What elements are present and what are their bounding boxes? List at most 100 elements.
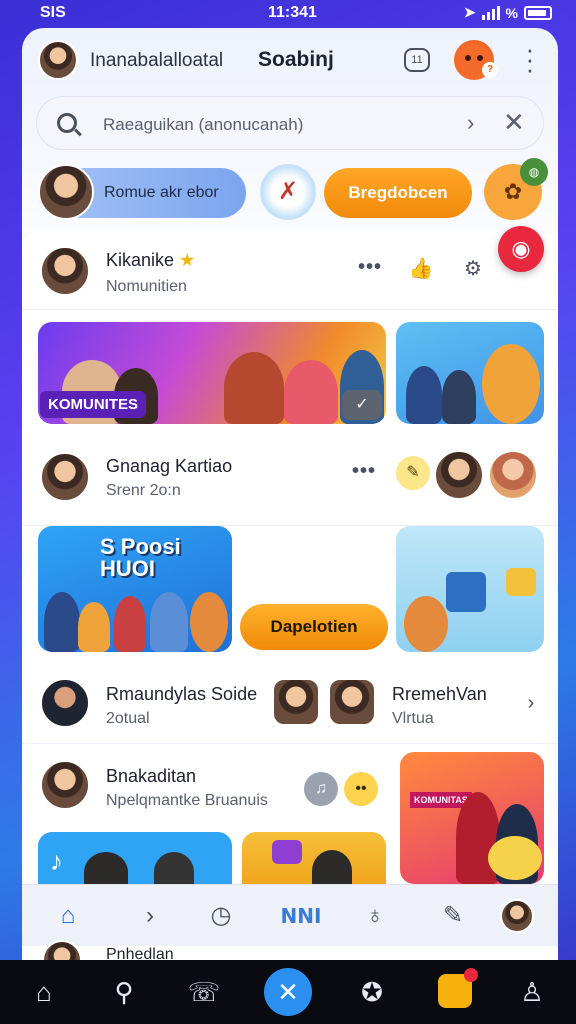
activity-tab-icon[interactable]: ✪ bbox=[352, 972, 392, 1012]
user-chip[interactable]: Romue akr ebor bbox=[38, 164, 246, 220]
nav-avatar[interactable] bbox=[500, 899, 534, 933]
chevron-right-icon[interactable]: › bbox=[132, 899, 168, 933]
create-tab-button[interactable]: ✕ bbox=[264, 968, 312, 1016]
page-title: Soabinj bbox=[258, 48, 334, 71]
search-input[interactable]: Raeaguikan (anonucanah) bbox=[103, 115, 303, 135]
star-icon: ★ bbox=[179, 250, 196, 270]
feed: Kikanike ★ Nomunitien ••• 👍 ⚙ •• KOMUNIT… bbox=[22, 232, 558, 892]
emoji-badge-icon: ? bbox=[482, 62, 498, 78]
edit-icon[interactable]: ✎ bbox=[436, 899, 470, 933]
friends-tile[interactable] bbox=[396, 322, 544, 424]
clock-icon[interactable]: ◷ bbox=[204, 899, 238, 933]
bear-icon bbox=[190, 592, 228, 652]
signal-icon bbox=[481, 5, 500, 20]
box-icon bbox=[272, 840, 302, 864]
tile-person bbox=[44, 592, 80, 652]
tile-person bbox=[442, 370, 476, 424]
friend-avatar[interactable] bbox=[434, 450, 484, 500]
post-avatar[interactable] bbox=[40, 678, 90, 728]
related-subtitle: Vlrtua bbox=[392, 710, 434, 727]
bear-icon bbox=[482, 344, 540, 424]
home-icon[interactable]: ⌂ bbox=[48, 899, 88, 933]
location-icon: ➤ bbox=[463, 4, 476, 20]
phone-tab-icon[interactable]: ☏ bbox=[184, 972, 224, 1012]
status-time: 11:341 bbox=[268, 4, 317, 21]
user-chip-label: Romue akr ebor bbox=[104, 184, 219, 201]
chat-icon[interactable]: 11 bbox=[404, 48, 430, 72]
chevron-right-icon[interactable]: › bbox=[467, 110, 474, 136]
pin-icon[interactable]: ♁ bbox=[358, 899, 392, 933]
battery-icon bbox=[524, 5, 552, 20]
profile-tab-icon[interactable]: ♙ bbox=[512, 972, 552, 1012]
feed-row[interactable]: Rmaundylas Soide 2otual RremehVan Vlrtua… bbox=[22, 664, 558, 744]
sparkle-chip-icon[interactable]: ✗ bbox=[260, 164, 316, 220]
home-tab-icon[interactable]: ⌂ bbox=[24, 972, 64, 1012]
nav-text-item[interactable]: NNI bbox=[278, 899, 324, 933]
post-avatar[interactable] bbox=[40, 452, 90, 502]
user-chip-avatar bbox=[38, 164, 94, 220]
check-icon[interactable]: ✓ bbox=[342, 390, 382, 420]
search-bar[interactable]: Raeaguikan (anonucanah) › ✕ bbox=[36, 96, 544, 150]
post-subtitle: Srenr 2o:n bbox=[106, 482, 181, 499]
music-note-icon: ♪ bbox=[50, 846, 63, 876]
chip-badge-icon: ◍ bbox=[520, 158, 548, 186]
feed-row[interactable]: Gnanag Kartiao Srenr 2o:n ••• ✎ bbox=[22, 432, 558, 526]
bell-chip-icon[interactable]: ✿ ◍ bbox=[484, 158, 548, 220]
settings-icon[interactable]: ⚙ bbox=[458, 254, 488, 284]
profile-name: Inanabalalloatal bbox=[90, 50, 224, 71]
post-subtitle: Nomunitien bbox=[106, 278, 187, 295]
cube-icon bbox=[506, 568, 536, 596]
more-dots-icon[interactable]: ••• bbox=[352, 460, 376, 483]
post-author: Rmaundylas Soide bbox=[106, 684, 258, 704]
toys-tile[interactable] bbox=[396, 526, 544, 652]
record-fab-button[interactable]: ◉ bbox=[498, 226, 544, 272]
orange-chip-button[interactable]: Bregdobcen bbox=[324, 168, 472, 218]
related-name: RremehVan bbox=[392, 684, 487, 704]
search-tab-icon[interactable]: ⚲ bbox=[104, 972, 144, 1012]
poster-tile[interactable]: S Poosi HUOI bbox=[38, 526, 232, 652]
friend-avatar[interactable] bbox=[328, 678, 376, 726]
tile-person bbox=[406, 366, 442, 424]
music-tile[interactable]: ♪ bbox=[38, 832, 232, 892]
next-post-preview: Pnhedlan bbox=[22, 940, 558, 960]
game-tile[interactable] bbox=[242, 832, 386, 892]
tile-person bbox=[284, 360, 338, 424]
more-dots-icon[interactable]: ••• bbox=[358, 256, 382, 279]
post-subtitle: Npelqmantke Bruanuis bbox=[106, 792, 268, 809]
wallet-tab-icon[interactable] bbox=[438, 968, 478, 1008]
emoji-icon[interactable]: •• bbox=[344, 772, 378, 806]
chips-row: Romue akr ebor ✗ Bregdobcen ✿ ◍ bbox=[22, 158, 558, 224]
main-card: Inanabalalloatal Soabinj 11 ? · · · Raeagu… bbox=[22, 28, 558, 960]
tile-label: KOMUNITES bbox=[40, 391, 146, 418]
post-avatar[interactable] bbox=[40, 760, 90, 810]
tile-person bbox=[78, 602, 110, 652]
post-author: Pnhedlan bbox=[106, 946, 174, 960]
inner-nav: ⌂ › ◷ NNI ♁ ✎ bbox=[22, 884, 558, 946]
orange-action-button[interactable]: Dapelotien bbox=[240, 604, 388, 650]
friend-avatar[interactable] bbox=[272, 678, 320, 726]
chevron-right-icon[interactable]: › bbox=[516, 688, 546, 718]
post-author: Kikanike ★ bbox=[106, 250, 196, 270]
post-author: Bnakaditan bbox=[106, 766, 197, 786]
status-carrier: SIS bbox=[40, 4, 66, 21]
post-author: Gnanag Kartiao bbox=[106, 456, 233, 476]
profile-avatar[interactable] bbox=[38, 40, 78, 80]
post-avatar[interactable] bbox=[40, 246, 90, 296]
sparkle-icon[interactable]: ✎ bbox=[396, 456, 430, 490]
search-icon bbox=[57, 113, 77, 133]
box-icon bbox=[446, 572, 486, 612]
poster-title: S Poosi HUOI bbox=[100, 534, 181, 581]
friend-avatar[interactable] bbox=[488, 450, 538, 500]
emoji-avatar[interactable]: ? bbox=[454, 40, 498, 80]
emoji-icon bbox=[488, 836, 542, 880]
close-icon[interactable]: ✕ bbox=[503, 107, 525, 138]
tile-person bbox=[224, 352, 284, 424]
promo-banner[interactable]: KOMUNITAS bbox=[400, 752, 544, 884]
music-icon[interactable]: ♫ bbox=[304, 772, 338, 806]
feed-row[interactable]: Kikanike ★ Nomunitien ••• 👍 ⚙ •• bbox=[22, 232, 558, 310]
tile-person bbox=[114, 596, 146, 652]
community-tile[interactable]: KOMUNITES ✓ bbox=[38, 322, 386, 424]
app-header: Inanabalalloatal Soabinj 11 ? · · · bbox=[22, 28, 558, 92]
more-vertical-icon[interactable]: · · · bbox=[522, 36, 538, 82]
like-icon[interactable]: 👍 bbox=[406, 254, 436, 284]
